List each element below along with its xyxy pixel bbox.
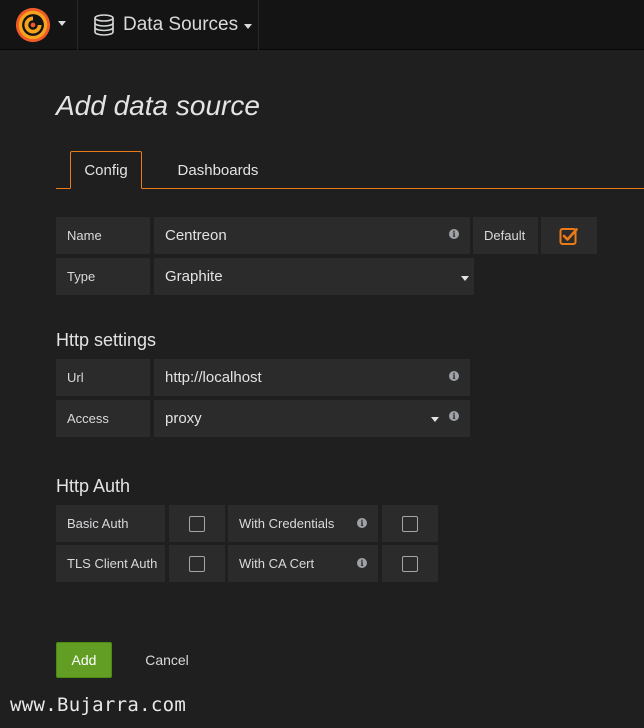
add-button[interactable]: Add xyxy=(56,642,112,678)
with-ca-cert-label: With CA Cert xyxy=(228,545,378,582)
checkbox-unchecked-icon xyxy=(402,515,418,532)
tls-client-auth-checkbox[interactable] xyxy=(169,545,225,582)
checkbox-unchecked-icon xyxy=(402,555,418,572)
chevron-down-icon xyxy=(461,276,469,281)
top-navbar: Data Sources xyxy=(0,0,644,50)
checkbox-unchecked-icon xyxy=(189,515,205,532)
chevron-down-icon xyxy=(431,417,439,422)
info-icon[interactable]: i xyxy=(357,518,367,528)
basic-auth-label: Basic Auth xyxy=(56,505,165,542)
checkbox-checked-icon xyxy=(559,227,578,245)
info-icon[interactable]: i xyxy=(357,558,367,568)
info-icon[interactable]: i xyxy=(449,371,459,381)
info-icon[interactable]: i xyxy=(449,411,459,421)
info-icon[interactable]: i xyxy=(449,229,459,239)
http-settings-heading: Http settings xyxy=(56,330,157,350)
checkbox-unchecked-icon xyxy=(189,555,205,572)
data-sources-nav-dropdown[interactable]: Data Sources xyxy=(79,0,259,50)
url-input[interactable]: http://localhost xyxy=(154,359,470,396)
watermark-text: www.Bujarra.com xyxy=(10,694,187,716)
type-select[interactable]: Graphite xyxy=(154,258,474,295)
http-auth-heading: Http Auth xyxy=(56,476,131,496)
database-icon xyxy=(94,14,114,36)
url-label: Url xyxy=(56,359,150,396)
nav-section-title: Data Sources xyxy=(123,14,239,35)
name-label: Name xyxy=(56,217,150,254)
basic-auth-checkbox[interactable] xyxy=(169,505,225,542)
tabs-underline xyxy=(56,188,644,189)
cancel-link[interactable]: Cancel xyxy=(138,642,196,678)
page-title: Add data source xyxy=(56,90,260,121)
access-select[interactable]: proxy xyxy=(154,400,470,437)
access-label: Access xyxy=(56,400,150,437)
with-credentials-checkbox[interactable] xyxy=(382,505,438,542)
tls-client-auth-label: TLS Client Auth xyxy=(56,545,165,582)
grafana-logo-icon xyxy=(15,7,51,43)
chevron-down-icon xyxy=(244,23,253,29)
with-ca-cert-checkbox[interactable] xyxy=(382,545,438,582)
with-credentials-label: With Credentials xyxy=(228,505,378,542)
default-label: Default xyxy=(473,217,538,254)
tab-config[interactable]: Config xyxy=(70,151,142,189)
logo-caret-icon xyxy=(58,21,66,26)
default-checkbox[interactable] xyxy=(541,217,597,254)
name-input[interactable]: Centreon xyxy=(154,217,470,254)
grafana-menu-button[interactable] xyxy=(0,0,78,50)
tab-dashboards[interactable]: Dashboards xyxy=(168,151,268,189)
type-label: Type xyxy=(56,258,150,295)
